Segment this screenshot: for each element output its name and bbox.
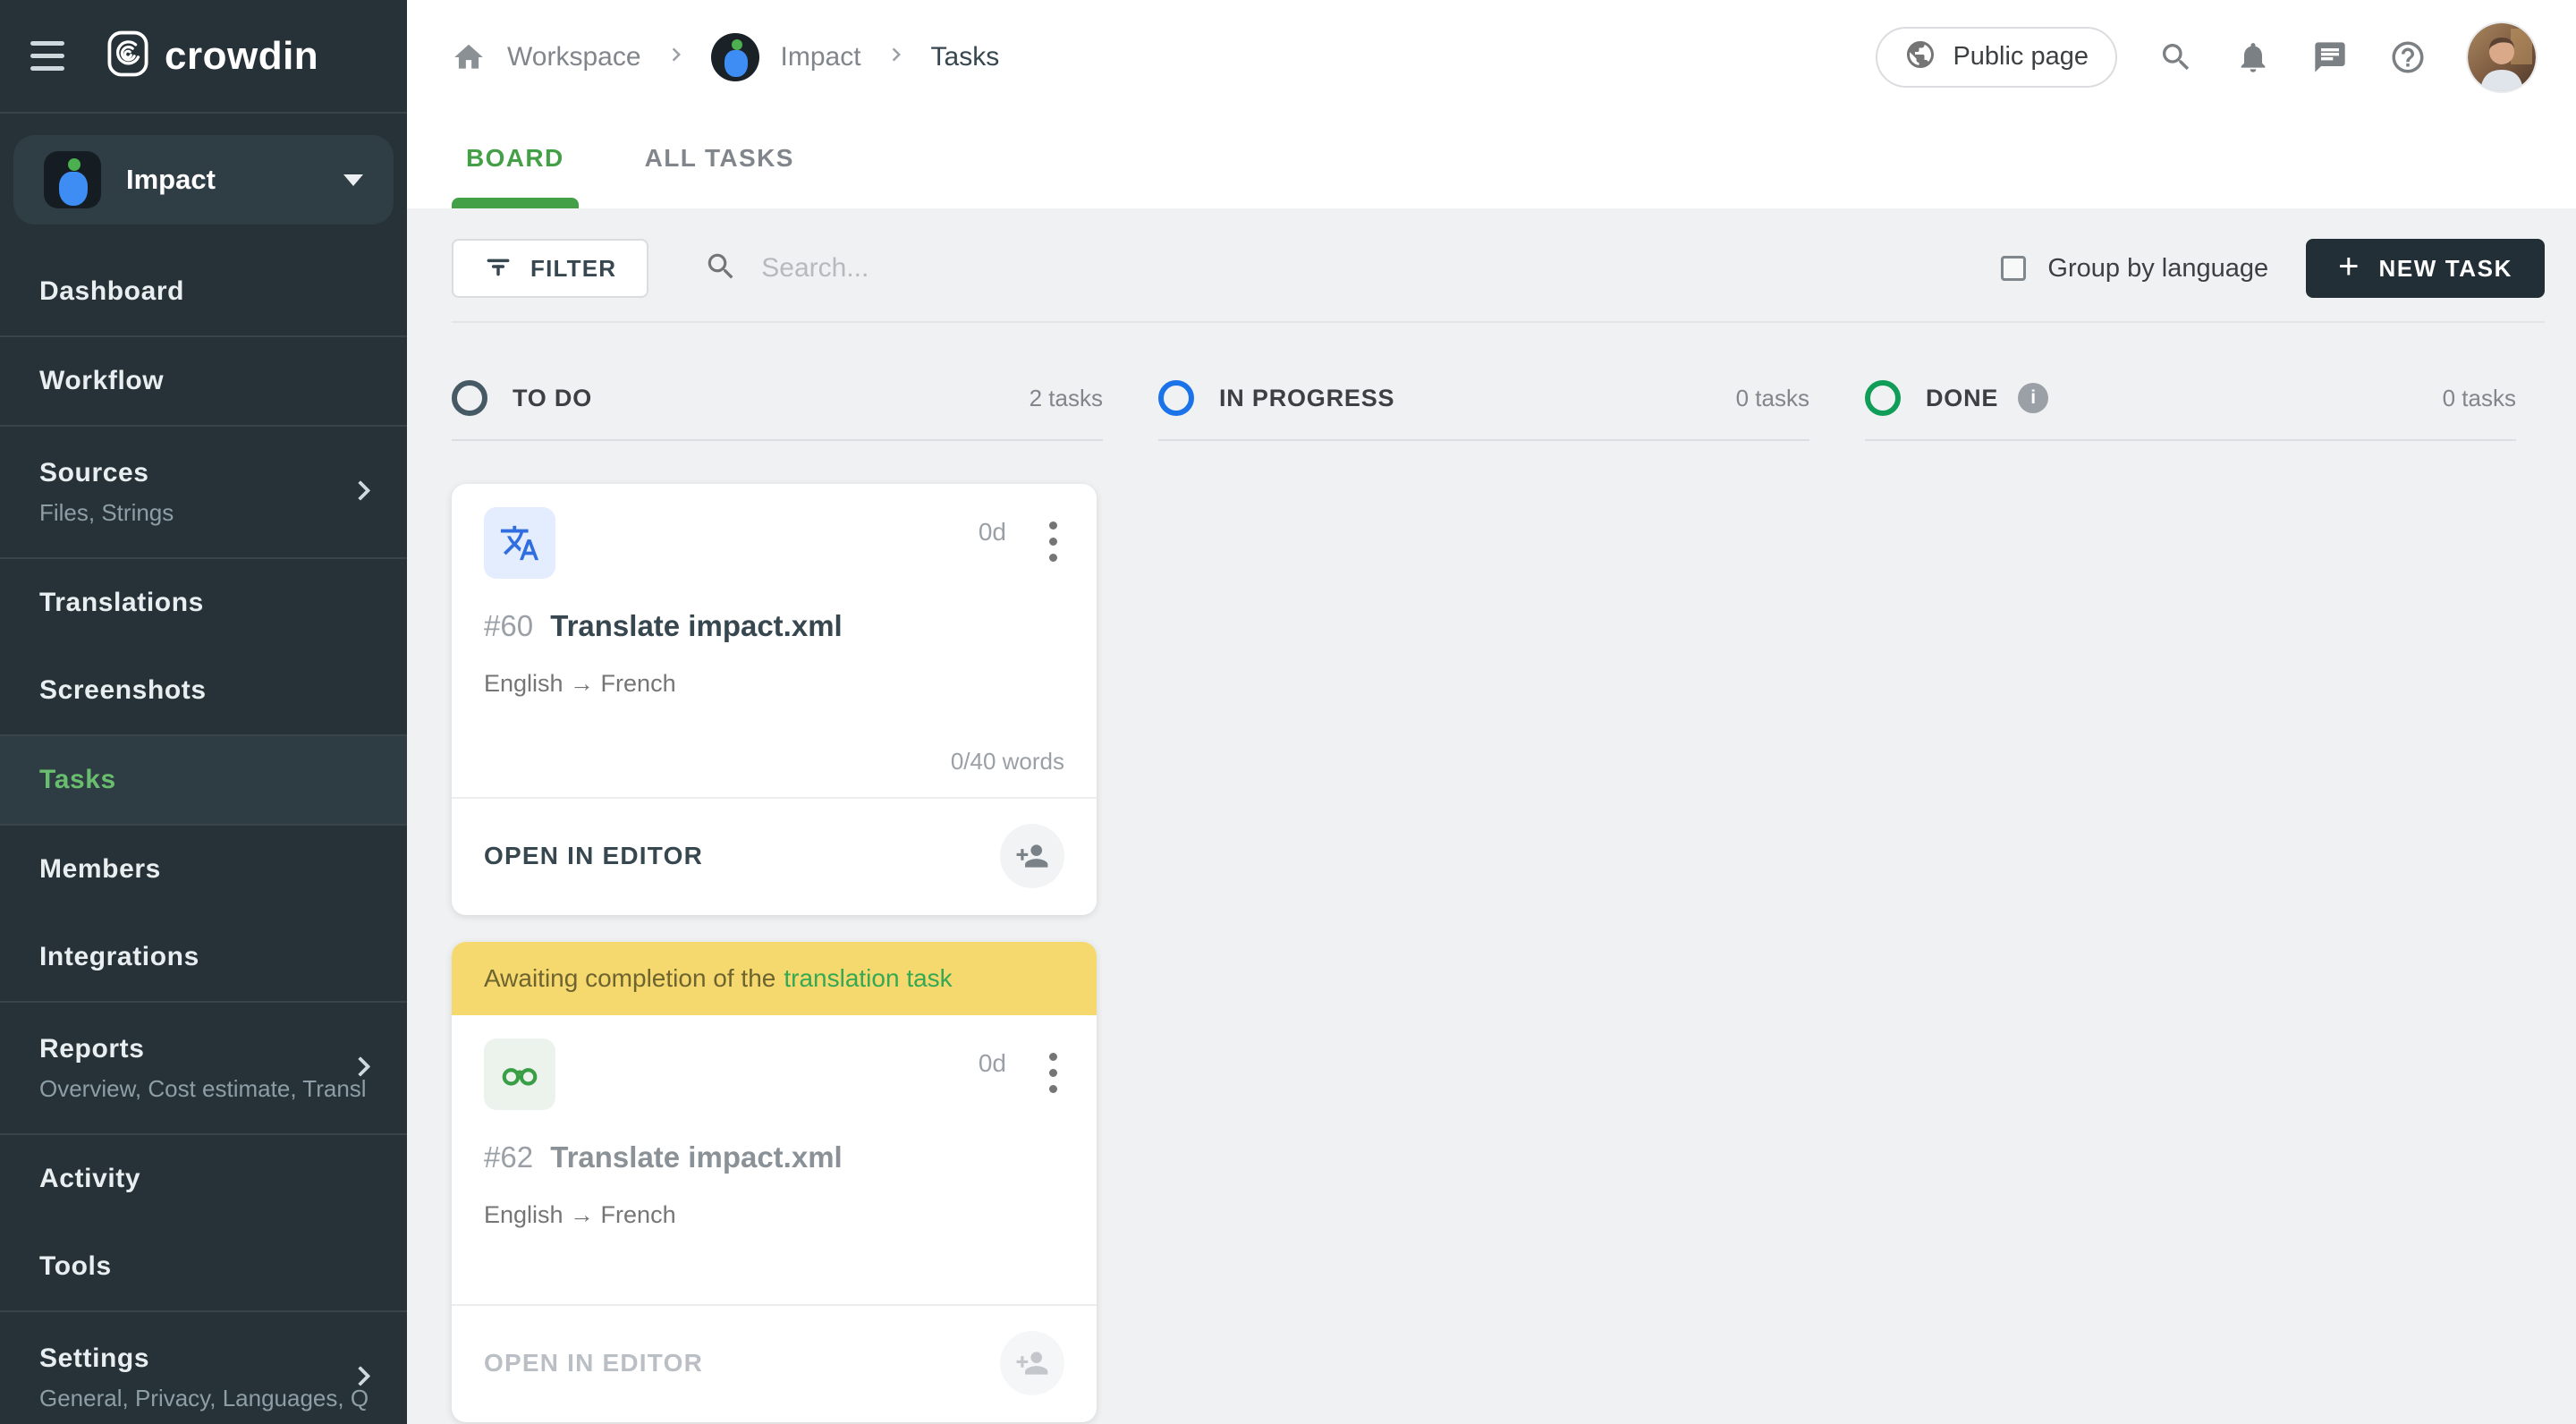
plus-icon: + <box>2338 247 2360 286</box>
new-task-button[interactable]: + NEW TASK <box>2306 239 2545 298</box>
task-id: #62 <box>484 1140 534 1174</box>
project-avatar <box>44 151 101 208</box>
project-name: Impact <box>126 164 216 195</box>
hamburger-menu-icon[interactable] <box>30 41 64 71</box>
sidebar-item-tools[interactable]: Tools <box>0 1223 407 1310</box>
sidebar: crowdin Impact Dashboard Workflow Source… <box>0 0 407 1424</box>
task-count: 2 tasks <box>1029 384 1103 411</box>
divider <box>1865 439 2516 441</box>
crowdin-logo[interactable]: crowdin <box>107 30 318 81</box>
main-area: Workspace Impact Tasks Public page BOARD… <box>407 0 2576 1424</box>
card-list: 0d #60 Translate impact.xml English → Fr… <box>452 484 1103 1422</box>
board-column-in-progress: IN PROGRESS 0 tasks <box>1158 377 1809 1422</box>
content-area: FILTER Group by language + NEW TASK <box>407 208 2576 1424</box>
task-id: #60 <box>484 609 534 642</box>
messages-icon[interactable] <box>2312 39 2348 75</box>
filter-button[interactable]: FILTER <box>452 239 649 298</box>
board-column-todo: TO DO 2 tasks 0d #60 Translate impact.xm… <box>452 377 1103 1422</box>
help-icon[interactable] <box>2389 38 2427 76</box>
info-icon[interactable]: i <box>2018 383 2049 413</box>
project-selector[interactable]: Impact <box>13 135 394 225</box>
divider <box>452 321 2545 323</box>
status-circle-in-progress-icon <box>1158 380 1194 416</box>
breadcrumb-tasks: Tasks <box>930 41 1000 72</box>
toolbar: FILTER Group by language + NEW TASK <box>452 239 2545 298</box>
task-count: 0 tasks <box>2442 384 2516 411</box>
breadcrumb-project-avatar <box>710 32 759 81</box>
group-by-language-toggle[interactable]: Group by language <box>2001 254 2268 284</box>
tab-board[interactable]: BOARD <box>452 144 579 208</box>
crowdin-logo-text: crowdin <box>165 33 319 78</box>
sidebar-item-dashboard[interactable]: Dashboard <box>0 248 407 335</box>
proofread-task-icon <box>484 1038 555 1110</box>
open-in-editor-link[interactable]: OPEN IN EDITOR <box>484 842 703 870</box>
group-by-language-checkbox[interactable] <box>2001 256 2027 281</box>
divider <box>452 439 1103 441</box>
crowdin-app: crowdin Impact Dashboard Workflow Source… <box>0 0 2576 1424</box>
view-tabs: BOARD ALL TASKS <box>452 144 809 208</box>
sidebar-item-workflow[interactable]: Workflow <box>0 337 407 425</box>
search-icon[interactable] <box>2158 39 2194 75</box>
kebab-menu-icon[interactable] <box>1042 518 1064 565</box>
divider <box>1158 439 1809 441</box>
task-board: TO DO 2 tasks 0d #60 Translate impact.xm… <box>452 377 2545 1422</box>
translate-task-icon <box>484 507 555 579</box>
translation-task-link[interactable]: translation task <box>784 964 952 993</box>
tab-all-tasks[interactable]: ALL TASKS <box>631 144 809 208</box>
search-input[interactable] <box>761 253 1277 284</box>
column-header: TO DO 2 tasks <box>452 377 1103 420</box>
header-actions: Public page <box>1876 22 2536 91</box>
task-card[interactable]: Awaiting completion of the translation t… <box>452 942 1097 1422</box>
chevron-right-icon <box>663 41 690 72</box>
sidebar-item-screenshots[interactable]: Screenshots <box>0 647 407 734</box>
column-header: IN PROGRESS 0 tasks <box>1158 377 1809 420</box>
sidebar-item-integrations[interactable]: Integrations <box>0 913 407 1001</box>
awaiting-banner: Awaiting completion of the translation t… <box>452 942 1097 1015</box>
language-pair: English → French <box>484 670 676 697</box>
column-header: DONE i 0 tasks <box>1865 377 2516 420</box>
words-progress: 0/40 words <box>950 748 1064 775</box>
language-pair: English → French <box>484 1201 676 1228</box>
task-card[interactable]: 0d #60 Translate impact.xml English → Fr… <box>452 484 1097 915</box>
notifications-bell-icon[interactable] <box>2235 39 2271 75</box>
sidebar-nav: Dashboard Workflow Sources Files, String… <box>0 248 407 1424</box>
sidebar-item-members[interactable]: Members <box>0 826 407 913</box>
sidebar-item-settings[interactable]: Settings General, Privacy, Languages, Q… <box>0 1312 407 1424</box>
chevron-right-icon <box>883 41 910 72</box>
board-column-done: DONE i 0 tasks <box>1865 377 2516 1422</box>
user-avatar[interactable] <box>2468 22 2536 91</box>
task-title: #60 Translate impact.xml <box>484 609 843 642</box>
duration-badge: 0d <box>978 518 1006 546</box>
kebab-menu-icon[interactable] <box>1042 1049 1064 1097</box>
assign-user-button <box>1000 1331 1064 1395</box>
assign-user-button[interactable] <box>1000 824 1064 888</box>
task-search <box>704 250 1277 288</box>
open-in-editor-link: OPEN IN EDITOR <box>484 1349 703 1377</box>
task-title: #62 Translate impact.xml <box>484 1140 843 1174</box>
sidebar-item-tasks[interactable]: Tasks <box>0 736 407 824</box>
sidebar-header: crowdin <box>0 0 407 114</box>
words-progress <box>484 1279 1064 1304</box>
globe-icon <box>1904 38 1936 75</box>
breadcrumb-workspace[interactable]: Workspace <box>507 42 641 72</box>
sidebar-item-translations[interactable]: Translations <box>0 559 407 647</box>
filter-icon <box>484 252 513 285</box>
status-circle-done-icon <box>1865 380 1901 416</box>
home-icon[interactable] <box>452 40 486 74</box>
breadcrumb-project[interactable]: Impact <box>781 42 861 72</box>
sidebar-item-sources[interactable]: Sources Files, Strings <box>0 427 407 557</box>
duration-badge: 0d <box>978 1049 1006 1077</box>
status-circle-todo-icon <box>452 380 487 416</box>
task-count: 0 tasks <box>1735 384 1809 411</box>
sidebar-item-reports[interactable]: Reports Overview, Cost estimate, Transl… <box>0 1003 407 1133</box>
page-header: Workspace Impact Tasks Public page BOARD… <box>407 0 2576 208</box>
chevron-down-icon <box>343 174 363 186</box>
search-icon <box>704 250 738 288</box>
crowdin-logo-icon <box>107 30 148 81</box>
sidebar-item-activity[interactable]: Activity <box>0 1135 407 1223</box>
breadcrumb: Workspace Impact Tasks Public page <box>452 0 2536 114</box>
public-page-button[interactable]: Public page <box>1876 26 2117 88</box>
